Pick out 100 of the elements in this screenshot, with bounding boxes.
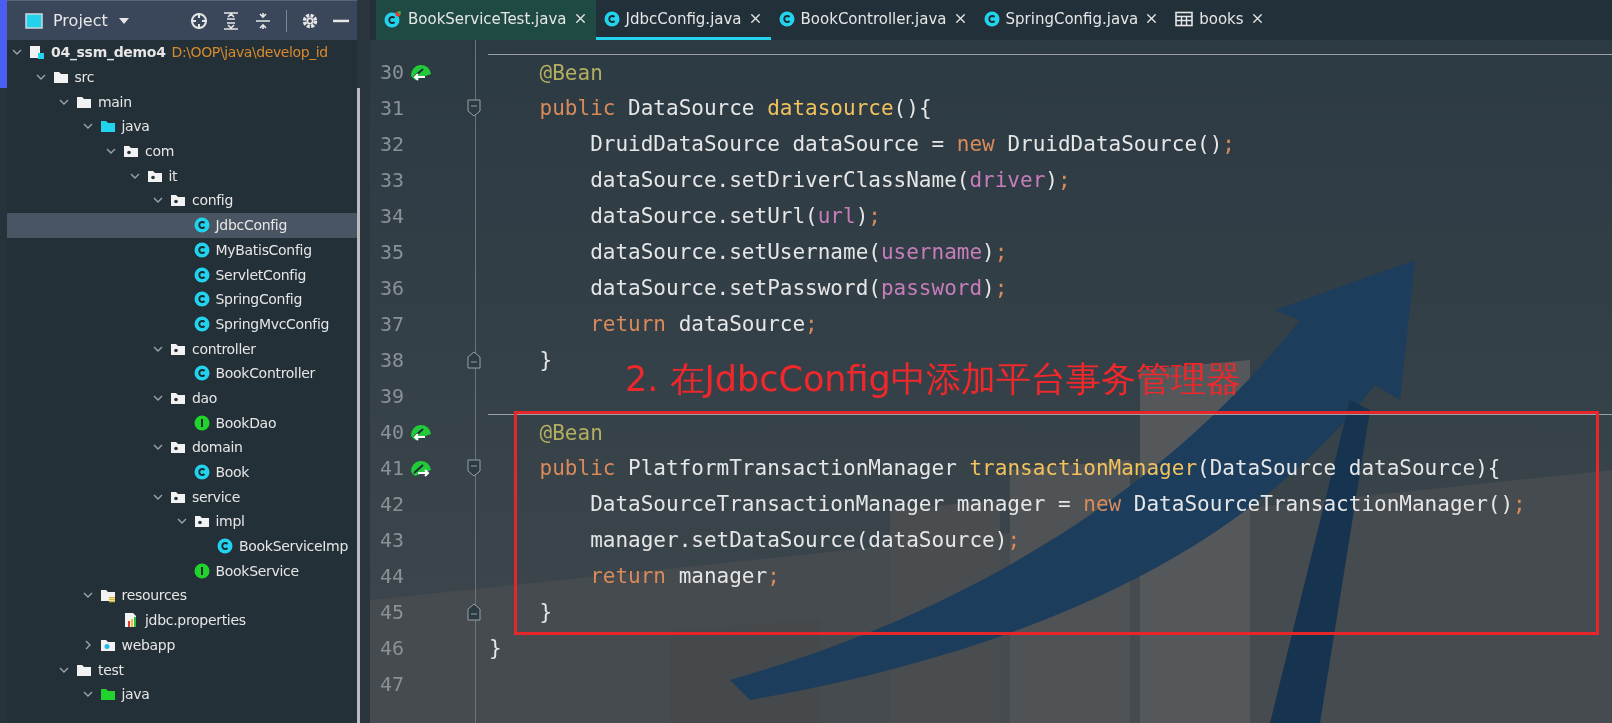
line-number: 34: [378, 203, 404, 230]
package-icon: [123, 143, 139, 160]
editor-tab[interactable]: books: [1167, 0, 1273, 40]
tree-item[interactable]: impl: [7, 509, 357, 534]
tree-item-label: domain: [192, 439, 243, 456]
package-icon: [193, 513, 210, 530]
tree-item-label: JdbcConfig: [215, 217, 288, 234]
code-line: }: [489, 636, 502, 660]
line-number: 32: [378, 131, 404, 158]
tree-item[interactable]: config: [7, 188, 357, 213]
minimize-icon[interactable]: [333, 18, 349, 23]
resources-folder-icon: [99, 587, 116, 604]
table-icon: [1175, 10, 1194, 27]
line-number: 30: [378, 59, 404, 86]
expand-all-icon[interactable]: [222, 11, 240, 30]
tree-item[interactable]: SpringMvcConfig: [7, 311, 357, 337]
code-line: dataSource.setUrl(url);: [590, 204, 881, 228]
tree-item-label: webapp: [121, 636, 175, 653]
line-number: 37: [378, 311, 404, 338]
fold-marker-icon[interactable]: [467, 351, 481, 369]
tree-item[interactable]: webapp: [7, 632, 357, 658]
code-line: manager.setDataSource(dataSource);: [590, 528, 1021, 552]
line-number: 42: [378, 491, 404, 518]
line-number: 46: [378, 635, 404, 662]
tree-item[interactable]: BookDao: [7, 410, 357, 435]
interface-icon: [193, 562, 210, 579]
code-line: return manager;: [590, 564, 780, 588]
tree-item-label: SpringConfig: [215, 291, 302, 308]
class-icon: [193, 315, 210, 332]
folder-icon: [52, 69, 69, 86]
test-class-icon: [384, 9, 402, 28]
class-icon: [983, 10, 1000, 27]
module-icon: [29, 44, 45, 61]
tree-item[interactable]: jdbc.properties: [7, 607, 357, 633]
interface-icon: [193, 414, 210, 431]
panel-title[interactable]: Project: [53, 11, 108, 30]
editor-tab[interactable]: BookController.java: [770, 0, 976, 40]
tree-item[interactable]: BookController: [7, 360, 357, 386]
code-line: dataSource.setUsername(username);: [590, 240, 1008, 264]
tree-item-label: BookService: [215, 562, 299, 579]
bean-gutter-icon[interactable]: [410, 458, 432, 478]
package-icon: [170, 439, 186, 456]
class-icon: [193, 241, 210, 258]
tree-item[interactable]: MyBatisConfig: [7, 237, 357, 263]
folder-icon: [99, 118, 116, 135]
code-line: return dataSource;: [590, 312, 818, 336]
tree-item[interactable]: controller: [7, 336, 357, 361]
class-icon: [193, 464, 210, 481]
fold-marker-icon[interactable]: [467, 459, 481, 477]
code-line: DruidDataSource dataSource = new DruidDataSource();: [590, 132, 1235, 156]
tree-item-label: SpringMvcConfig: [215, 315, 330, 332]
tree-item-label: dao: [192, 389, 218, 406]
tree-item-label: service: [192, 488, 241, 505]
tree-item[interactable]: BookServiceImp: [7, 533, 357, 559]
tree-item[interactable]: JdbcConfig: [7, 212, 357, 238]
fold-marker-icon[interactable]: [467, 603, 481, 621]
line-number: 33: [378, 167, 404, 194]
code-line: }: [539, 600, 553, 624]
editor-tab[interactable]: SpringConfig.java: [975, 0, 1168, 40]
bean-gutter-icon[interactable]: [410, 62, 432, 82]
tree-item[interactable]: java: [7, 681, 357, 707]
tree-item[interactable]: Book: [7, 459, 357, 485]
editor-tab[interactable]: BookServiceTest.java: [376, 0, 596, 40]
tree-item[interactable]: dao: [7, 385, 357, 411]
tree-item[interactable]: 04_ssm_demo4 D:\OOP\java\develop_id: [7, 40, 357, 65]
caret-icon[interactable]: [117, 16, 130, 25]
tree-item-label: BookDao: [215, 414, 277, 431]
scrollbar-thumb[interactable]: [357, 88, 360, 723]
tree-item[interactable]: domain: [7, 435, 357, 460]
crosshair-icon[interactable]: [190, 11, 208, 30]
tree-item-label: src: [74, 69, 95, 86]
properties-file-icon: [123, 612, 139, 629]
tree-item-label: jdbc.properties: [145, 612, 246, 629]
window-icon: [25, 12, 43, 29]
class-icon: [193, 266, 210, 283]
tree-item[interactable]: java: [7, 114, 357, 139]
tree-item[interactable]: it: [7, 163, 357, 189]
tree-item[interactable]: src: [7, 64, 357, 90]
fold-marker-icon[interactable]: [467, 99, 481, 117]
line-number: 38: [378, 347, 404, 374]
bean-gutter-icon[interactable]: [410, 422, 432, 442]
line-number: 31: [378, 95, 404, 122]
code-line: dataSource.setPassword(password);: [590, 276, 1008, 300]
tree-item[interactable]: service: [7, 484, 357, 510]
tree-item[interactable]: resources: [7, 583, 357, 608]
line-number: 35: [378, 239, 404, 266]
class-icon: [603, 10, 620, 27]
settings-icon[interactable]: [301, 11, 319, 30]
tree-item[interactable]: SpringConfig: [7, 286, 357, 312]
code-line: }: [539, 348, 553, 372]
tree-item[interactable]: BookService: [7, 558, 357, 584]
line-number: 47: [378, 671, 404, 698]
class-icon: [193, 217, 210, 234]
tree-item[interactable]: test: [7, 657, 357, 682]
tree-item-label: test: [98, 661, 124, 678]
tree-item[interactable]: ServletConfig: [7, 262, 357, 287]
collapse-all-icon[interactable]: [254, 11, 272, 30]
code-line: @Bean: [539, 60, 603, 85]
tree-item[interactable]: com: [7, 138, 357, 164]
tree-item[interactable]: main: [7, 89, 357, 115]
